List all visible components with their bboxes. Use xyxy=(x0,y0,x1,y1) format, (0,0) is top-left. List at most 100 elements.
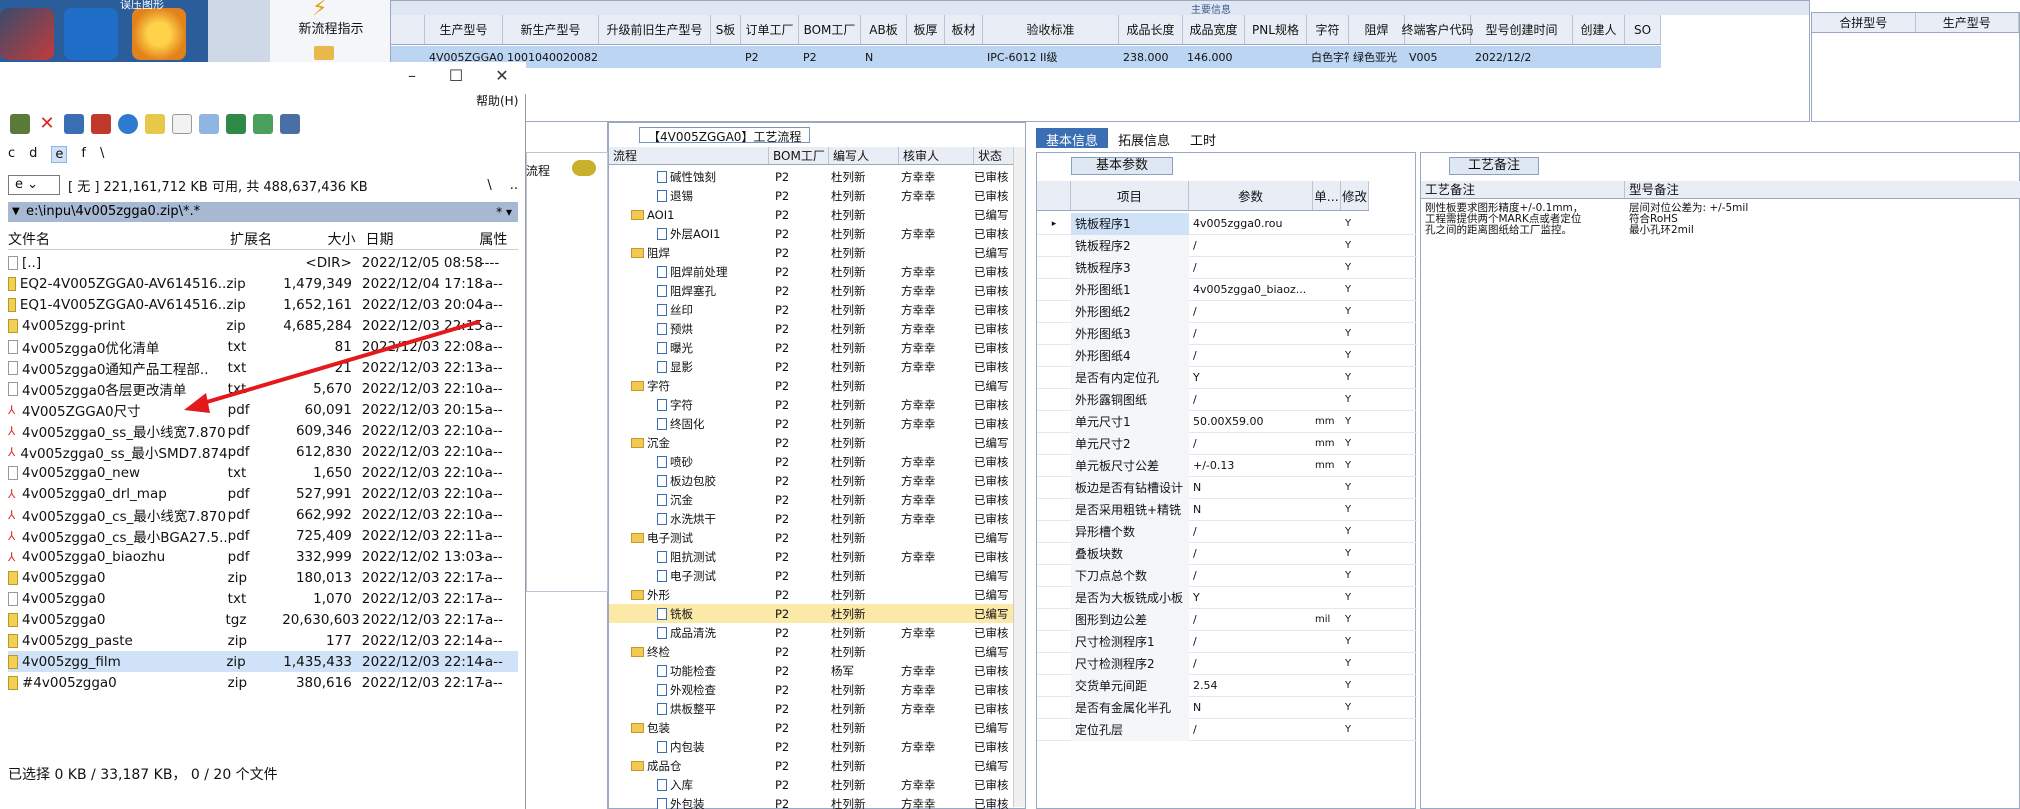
file-row[interactable]: 4v005zgga0各层更改清单 txt 5,670 2022/12/03 22:10… xyxy=(8,378,518,399)
tree-row[interactable]: 包装 P2 杜列新 已编写 xyxy=(609,718,1019,737)
tree-row[interactable]: 曝光 P2 杜列新 方幸幸 已审核 xyxy=(609,338,1019,357)
grid-cell[interactable]: P2 xyxy=(741,46,799,68)
root-button[interactable]: \ xyxy=(487,178,491,193)
grid-cell[interactable] xyxy=(1245,46,1307,68)
params-row[interactable]: 尺寸检测程序2/ Y xyxy=(1037,652,1417,675)
tree-row[interactable]: 内包装 P2 杜列新 方幸幸 已审核 xyxy=(609,737,1019,756)
file-row[interactable]: 4v005zgga0_new txt 1,650 2022/12/03 22:10 -a… xyxy=(8,462,518,483)
drive-button-c[interactable]: c xyxy=(8,146,15,163)
file-row[interactable]: ⅄ 4v005zgga0_biaozhu pdf 332,999 2022/12/02 … xyxy=(8,546,518,567)
params-row[interactable]: 尺寸检测程序1/ Y xyxy=(1037,630,1417,653)
param-value[interactable]: Y xyxy=(1189,591,1313,604)
grid-cell[interactable]: 146.000 xyxy=(1183,46,1245,68)
desktop-app-icon[interactable] xyxy=(0,8,54,60)
tree-row[interactable]: 丝印 P2 杜列新 方幸幸 已审核 xyxy=(609,300,1019,319)
param-value[interactable]: N xyxy=(1189,701,1313,714)
param-value[interactable]: / xyxy=(1189,327,1313,340)
column-header-ext[interactable]: 扩展名 xyxy=(230,229,288,249)
file-row[interactable]: ⅄ 4v005zgga0_cs_最小线宽7.870 pdf 662,992 2022/1… xyxy=(8,504,518,525)
tree-row[interactable]: 外观检查 P2 杜列新 方幸幸 已审核 xyxy=(609,680,1019,699)
tree-row[interactable]: 退锡 P2 杜列新 方幸幸 已审核 xyxy=(609,186,1019,205)
param-value[interactable]: N xyxy=(1189,503,1313,516)
param-value[interactable]: 4v005zgga0_biaoz... xyxy=(1189,283,1313,296)
param-value[interactable]: +/-0.13 xyxy=(1189,459,1313,472)
tree-row[interactable]: 碱性蚀刻 P2 杜列新 方幸幸 已审核 xyxy=(609,167,1019,186)
column-header-name[interactable]: 文件名 xyxy=(8,229,230,249)
tree-row[interactable]: 烘板整平 P2 杜列新 方幸幸 已审核 xyxy=(609,699,1019,718)
filter-icon[interactable]: * ▾ xyxy=(496,202,512,222)
params-row[interactable]: 单元尺寸2/mm Y xyxy=(1037,432,1417,455)
grid-cell[interactable] xyxy=(1573,46,1625,68)
file-row[interactable]: [..] <DIR> 2022/12/05 08:58 ---- xyxy=(8,252,518,273)
tree-row[interactable]: 终检 P2 杜列新 已编写 xyxy=(609,642,1019,661)
tree-row[interactable]: 喷砂 P2 杜列新 方幸幸 已审核 xyxy=(609,452,1019,471)
params-row[interactable]: 是否有金属化半孔 N Y xyxy=(1037,696,1417,719)
file-row[interactable]: ⅄ 4v005zgga0_ss_最小SMD7.874 pdf 612,830 2022/… xyxy=(8,441,518,462)
tree-row[interactable]: 成品仓 P2 杜列新 已编写 xyxy=(609,756,1019,775)
drive-select[interactable]: e ⌄ xyxy=(8,175,60,195)
desktop-shell-icon[interactable] xyxy=(132,8,186,60)
new-flow-button[interactable]: ⚡ 新流程指示 xyxy=(270,0,392,62)
tree-row[interactable]: 沉金 P2 杜列新 已编写 xyxy=(609,433,1019,452)
grid-cell[interactable]: 2022/12/2 xyxy=(1471,46,1573,68)
drive-button-d[interactable]: d xyxy=(29,146,37,163)
tree-row[interactable]: 字符 P2 杜列新 已编写 xyxy=(609,376,1019,395)
grid-cell[interactable]: IPC-6012 II级 xyxy=(983,46,1119,68)
params-row[interactable]: 异形槽个数 / Y xyxy=(1037,520,1417,543)
params-row[interactable]: 是否采用粗铣+精铣 N Y xyxy=(1037,498,1417,521)
tree-row[interactable]: 阻焊前处理 P2 杜列新 方幸幸 已审核 xyxy=(609,262,1019,281)
tab-basic[interactable]: 基本信息 xyxy=(1036,128,1109,149)
params-row[interactable]: 外形图纸1 4v005zgga0_biaoz... Y xyxy=(1037,278,1417,301)
tree-row[interactable]: 阻焊 P2 杜列新 已编写 xyxy=(609,243,1019,262)
grid-cell[interactable] xyxy=(1625,46,1661,68)
file-row[interactable]: 4v005zgga0 tgz 20,630,603 2022/12/03 22:17-… xyxy=(8,609,518,630)
tree-row[interactable]: 阻抗测试 P2 杜列新 方幸幸 已审核 xyxy=(609,547,1019,566)
grid-cell[interactable]: N xyxy=(861,46,907,68)
file-row[interactable]: 4v005zgg-print zip 4,685,284 2022/12/03 22:… xyxy=(8,315,518,336)
users-icon[interactable] xyxy=(226,114,246,134)
tree-row[interactable]: AOI1 P2 杜列新 已编写 xyxy=(609,205,1019,224)
close-icon[interactable]: ✕ xyxy=(482,66,522,85)
sync-icon[interactable] xyxy=(253,114,273,134)
tree-row[interactable]: 沉金 P2 杜列新 方幸幸 已审核 xyxy=(609,490,1019,509)
refresh-icon[interactable] xyxy=(118,114,138,134)
tree-row[interactable]: 外层AOI1 P2 杜列新 方幸幸 已审核 xyxy=(609,224,1019,243)
params-row[interactable]: 铣板程序2/ Y xyxy=(1037,234,1417,257)
tree-row[interactable]: 电子测试 P2 杜列新 已编写 xyxy=(609,528,1019,547)
tree-row[interactable]: 显影 P2 杜列新 方幸幸 已审核 xyxy=(609,357,1019,376)
params-row[interactable]: 是否有内定位孔 Y Y xyxy=(1037,366,1417,389)
grid-cell[interactable] xyxy=(711,46,741,68)
grid-cell[interactable]: V005 xyxy=(1405,46,1471,68)
param-value[interactable]: N xyxy=(1189,481,1313,494)
params-row[interactable]: 定位孔层 / Y xyxy=(1037,718,1417,741)
file-row[interactable]: ⅄ 4v005zgga0_drl_map pdf 527,991 2022/12/03 … xyxy=(8,483,518,504)
file-row[interactable]: EQ1-4V005ZGGA0-AV614516.. zip 1,652,161 202… xyxy=(8,294,518,315)
parent-button[interactable]: .. xyxy=(510,178,518,193)
file-row[interactable]: ⅄ 4v005zgga0_cs_最小BGA27.5.. pdf 725,409 2022… xyxy=(8,525,518,546)
grid-cell[interactable]: 白色字符 xyxy=(1307,46,1349,68)
drive-button-e[interactable]: e xyxy=(51,146,68,163)
maximize-icon[interactable]: ☐ xyxy=(436,66,476,85)
param-value[interactable]: / xyxy=(1189,437,1313,450)
minimize-icon[interactable]: – xyxy=(392,66,432,85)
params-row[interactable]: 铣板程序3/ Y xyxy=(1037,256,1417,279)
param-value[interactable]: 4v005zgga0.rou xyxy=(1189,217,1313,230)
param-value[interactable]: / xyxy=(1189,525,1313,538)
file-row[interactable]: #4v005zgga0 zip 380,616 2022/12/03 22:17 -a-… xyxy=(8,672,518,693)
param-value[interactable]: Y xyxy=(1189,371,1313,384)
file-row[interactable]: ⅄ 4v005zgga0_ss_最小线宽7.870 pdf 609,346 2022/1… xyxy=(8,420,518,441)
tree-row[interactable]: 铣板 P2 杜列新 已编写 xyxy=(609,604,1019,623)
file-row[interactable]: ⅄ 4V005ZGGA0尺寸 pdf 60,091 2022/12/03 20:15 -a… xyxy=(8,399,518,420)
column-header-date[interactable]: 日期 xyxy=(365,229,479,249)
tree-row[interactable]: 电子测试 P2 杜列新 已编写 xyxy=(609,566,1019,585)
tree-row[interactable]: 外包装 P2 杜列新 方幸幸 已审核 xyxy=(609,794,1019,809)
delete-icon[interactable]: ✕ xyxy=(37,114,57,134)
tree-row[interactable]: 外形 P2 杜列新 已编写 xyxy=(609,585,1019,604)
params-row[interactable]: 外形图纸2/ Y xyxy=(1037,300,1417,323)
grid-cell[interactable]: P2 xyxy=(799,46,861,68)
param-value[interactable]: / xyxy=(1189,569,1313,582)
grid-cell[interactable] xyxy=(945,46,983,68)
param-value[interactable]: / xyxy=(1189,657,1313,670)
param-value[interactable]: / xyxy=(1189,635,1313,648)
network-icon[interactable] xyxy=(10,114,30,134)
